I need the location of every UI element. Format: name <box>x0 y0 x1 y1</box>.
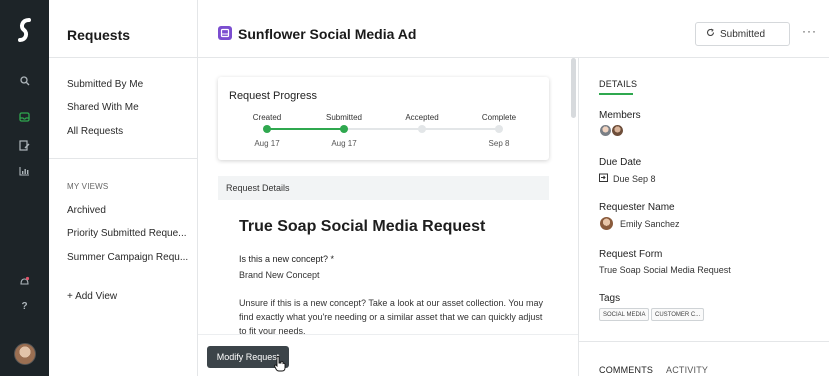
active-tab-indicator <box>599 93 633 95</box>
chart-icon[interactable] <box>0 162 49 180</box>
tab-details[interactable]: DETAILS <box>599 79 637 89</box>
page-title: Sunflower Social Media Ad <box>238 26 417 42</box>
help-paragraph: Unsure if this is a new concept? Take a … <box>239 298 544 336</box>
progress-track-done <box>267 128 344 130</box>
request-icon <box>218 26 232 40</box>
requester-name: Emily Sanchez <box>620 219 680 229</box>
request-header: Sunflower Social Media Ad Submitted ··· <box>198 10 829 58</box>
view-priority-submitted[interactable]: Priority Submitted Reque... <box>67 228 187 239</box>
tags-label: Tags <box>599 293 621 304</box>
request-progress-card: Request Progress Created Aug 17 Submitte… <box>218 77 549 160</box>
calendar-icon <box>599 173 608 184</box>
due-date-value[interactable]: Due Sep 8 <box>599 173 656 184</box>
due-date-label: Due Date <box>599 157 642 168</box>
nav-item-submitted-by-me[interactable]: Submitted By Me <box>67 79 143 90</box>
requests-nav: Requests Submitted By Me Shared With Me … <box>49 0 198 376</box>
search-icon[interactable] <box>0 72 49 90</box>
logo-icon[interactable] <box>0 10 49 50</box>
stage-label: Created <box>252 113 282 122</box>
stage-date: Aug 17 <box>254 139 280 148</box>
stage-date: Sep 8 <box>488 139 510 148</box>
stage-label: Submitted <box>325 113 363 122</box>
stage-dot-created <box>263 125 271 133</box>
avatar[interactable] <box>14 343 36 365</box>
nav-item-shared-with-me[interactable]: Shared With Me <box>67 102 139 113</box>
request-title: True Soap Social Media Request <box>239 218 486 235</box>
status-label: Submitted <box>720 28 766 40</box>
view-summer-campaign[interactable]: Summer Campaign Requ... <box>67 252 188 263</box>
nav-item-all-requests[interactable]: All Requests <box>67 126 123 137</box>
request-form-label: Request Form <box>599 249 663 260</box>
nav-title: Requests <box>67 27 131 43</box>
inbox-icon[interactable] <box>0 108 49 126</box>
member-avatar[interactable] <box>611 124 624 137</box>
requester-label: Requester Name <box>599 202 675 213</box>
nav-divider <box>49 158 198 159</box>
scrollbar[interactable] <box>571 58 576 118</box>
stage-dot-accepted <box>418 125 426 133</box>
edit-icon[interactable] <box>0 136 49 154</box>
stage-dot-submitted <box>340 125 348 133</box>
question-answer: Brand New Concept <box>239 270 320 280</box>
more-options-button[interactable]: ··· <box>802 24 817 38</box>
hand-cursor-icon <box>274 356 286 375</box>
progress-title: Request Progress <box>229 90 318 102</box>
my-views-heading: MY VIEWS <box>67 182 109 191</box>
stage-date: Aug 17 <box>331 139 357 148</box>
stage-label: Accepted <box>405 113 439 122</box>
status-button[interactable]: Submitted <box>695 22 790 46</box>
tab-activity[interactable]: ACTIVITY <box>666 365 708 375</box>
request-details-heading: Request Details <box>226 183 290 193</box>
app-rail: ? <box>0 0 49 376</box>
stage-dot-complete <box>495 125 503 133</box>
question-label: Is this a new concept? * <box>239 254 335 264</box>
request-details-bar: Request Details <box>218 176 549 200</box>
members-label: Members <box>599 110 641 121</box>
view-archived[interactable]: Archived <box>67 205 106 216</box>
due-date-text: Due Sep 8 <box>613 173 656 184</box>
panel-divider <box>579 341 829 342</box>
requester-avatar <box>599 216 614 231</box>
bell-icon[interactable] <box>0 272 49 290</box>
tag-chip[interactable]: CUSTOMER C... <box>651 308 705 321</box>
add-view-button[interactable]: + Add View <box>67 291 117 302</box>
tag-chip[interactable]: SOCIAL MEDIA <box>599 308 650 321</box>
tab-comments[interactable]: COMMENTS <box>599 365 653 375</box>
help-icon[interactable]: ? <box>0 297 49 315</box>
stage-label: Complete <box>481 113 517 122</box>
details-panel <box>578 58 829 376</box>
refresh-icon <box>706 28 715 40</box>
request-form-value[interactable]: True Soap Social Media Request <box>599 265 731 275</box>
